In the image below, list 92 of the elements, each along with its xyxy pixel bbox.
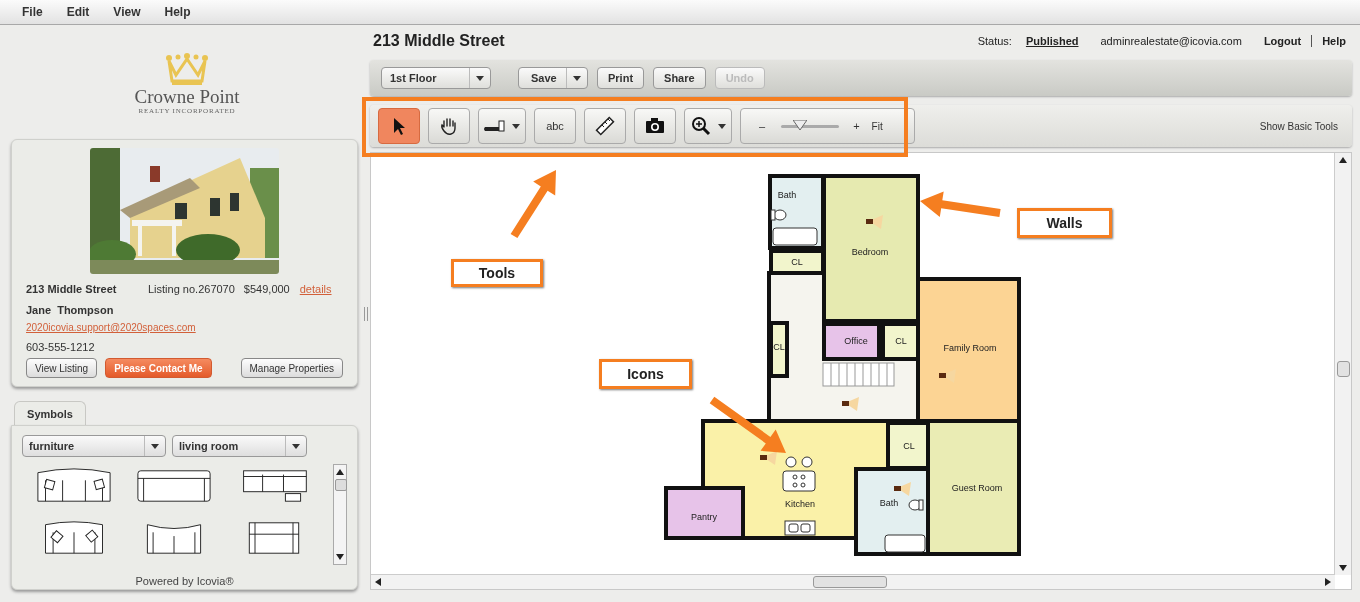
menu-item[interactable]: Edit [66,5,90,19]
fit-button[interactable]: Fit [871,120,883,132]
camera-icon[interactable] [760,451,777,465]
room-label: Kitchen [785,499,815,509]
room-label: Family Room [943,343,997,353]
category-dropdown[interactable]: furniture [22,435,166,457]
powered-by-text: Powered by Icovia® [134,575,235,587]
scroll-up-icon[interactable] [336,469,344,475]
room-label: Bath [879,498,899,508]
tool-button[interactable] [428,108,470,144]
callout-label: Tools [451,259,543,287]
scroll-thumb[interactable] [1337,361,1350,377]
scroll-left-icon[interactable] [375,578,381,586]
caret-icon [151,443,159,449]
callout-arrow [510,170,556,239]
room-label: Bath [777,190,797,200]
toilet-icon[interactable] [908,499,924,511]
phone-number: 603-555-1212 [26,341,96,353]
show-basic-tools-link[interactable]: Show Basic Tools [1259,120,1338,132]
toolbar-button[interactable]: Print [597,67,645,89]
menu-item[interactable]: Help [164,5,191,19]
stool-icon[interactable] [801,456,813,468]
camera-icon[interactable] [866,215,883,229]
room-label: CL [903,441,915,451]
listing-button[interactable]: View Listing [26,358,98,378]
scroll-thumb[interactable] [813,576,887,588]
status-label: Status: [977,35,1012,47]
stove-icon[interactable] [782,470,816,492]
scrollbar[interactable] [333,464,347,565]
tool-button[interactable] [684,108,732,144]
header-link[interactable]: Logout [1263,35,1313,47]
room-label: Guest Room [951,483,1003,493]
save-button[interactable]: Save [518,67,588,89]
scrollbar[interactable] [1334,153,1351,575]
logo-name: Crowne Point [134,87,240,107]
scroll-up-icon[interactable] [1339,157,1347,163]
splitter-handle[interactable] [364,306,368,321]
callout-label: Icons [599,359,692,389]
text-tool-label: abc [546,120,564,132]
header-link[interactable]: Help [1322,35,1346,47]
menu-item[interactable]: File [22,5,43,19]
listing-price: $549,000 [243,283,290,295]
status-value[interactable]: Published [1025,35,1079,47]
listing-number: Listing no.267070 [148,283,235,295]
menu-item[interactable]: View [113,5,141,19]
caret-icon [512,123,520,129]
zoom-out-button[interactable]: – [759,120,766,132]
user-email: adminrealestate@icovia.com [1100,35,1242,47]
scroll-thumb[interactable] [335,479,347,491]
slider-thumb[interactable] [792,119,807,130]
floor-dropdown[interactable]: 1st Floor [381,67,491,89]
scrollbar[interactable] [371,574,1335,589]
scroll-down-icon[interactable] [1339,565,1347,571]
camera-icon[interactable] [842,397,859,411]
agent-name: Jane Thompson [26,304,115,316]
room[interactable] [822,174,920,323]
caret-icon [573,75,581,81]
room-label: Bedroom [851,247,889,257]
bathtub-icon[interactable] [884,534,926,553]
toolbar-button[interactable]: Share [653,67,706,89]
stool-icon[interactable] [785,456,797,468]
scroll-down-icon[interactable] [336,554,344,560]
crown-logo-icon [164,51,210,87]
listing-address: 213 Middle Street [26,283,118,295]
sink-icon[interactable] [784,520,816,536]
callout-label: Walls [1017,208,1112,238]
room[interactable] [664,486,745,540]
tool-button[interactable] [478,108,526,144]
room[interactable] [822,322,881,361]
caret-icon [718,123,726,129]
room[interactable] [769,321,789,378]
tool-button[interactable] [634,108,676,144]
camera-icon[interactable] [894,482,911,496]
room-label: CL [773,342,785,352]
caret-icon [476,75,484,81]
tool-button[interactable]: abc [534,108,576,144]
tool-button[interactable] [584,108,626,144]
camera-icon[interactable] [939,369,956,383]
zoom-icon [690,115,712,137]
scroll-right-icon[interactable] [1325,578,1331,586]
toilet-icon[interactable] [770,209,787,221]
tool-button[interactable] [378,108,420,144]
listing-button[interactable]: Manage Properties [240,358,343,378]
panel-tab[interactable]: Symbols [14,401,86,425]
room-label: CL [791,257,803,267]
room-label: Office [844,336,868,346]
room-label: Pantry [691,512,717,522]
caret-icon [292,443,300,449]
room-label: CL [895,336,907,346]
plan-title: 213 Middle Street [373,32,505,50]
room-dropdown[interactable]: living room [172,435,307,457]
zoom-in-button[interactable]: + [853,120,860,132]
